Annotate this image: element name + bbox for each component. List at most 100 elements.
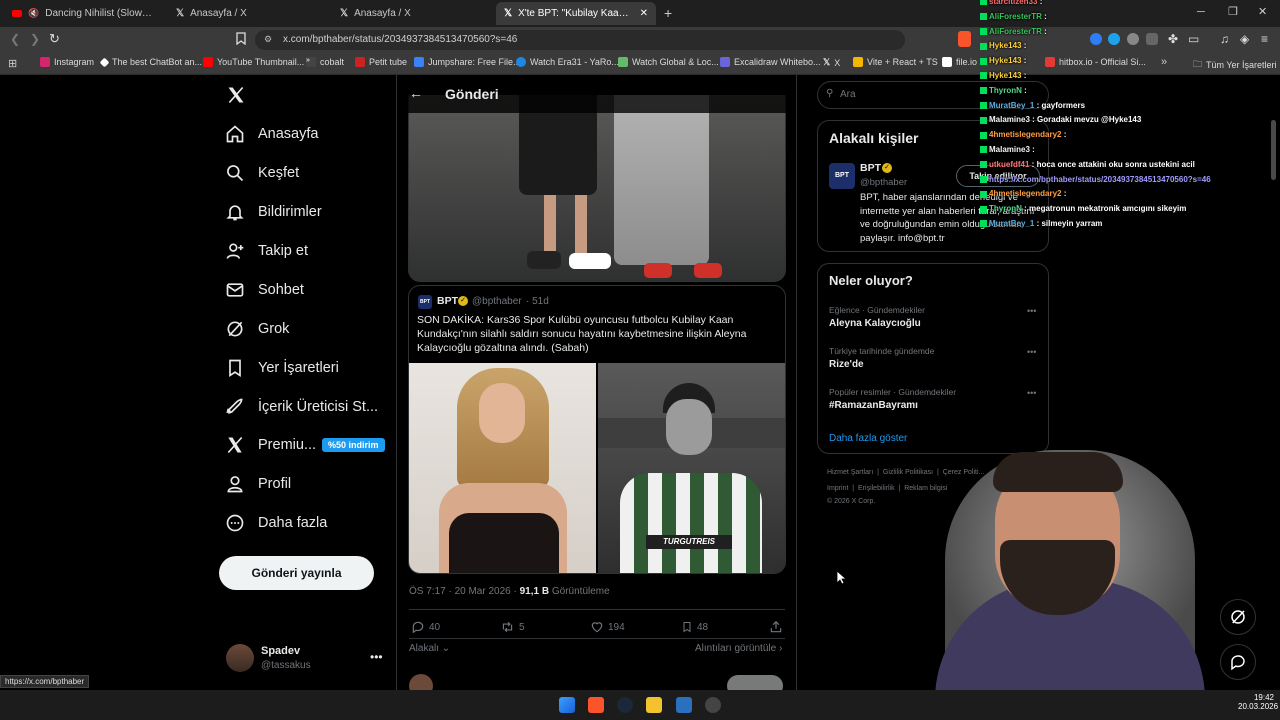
user-avatar[interactable] bbox=[226, 644, 254, 672]
nav-more[interactable]: Daha fazla bbox=[225, 513, 327, 533]
maximize-icon[interactable]: ❐ bbox=[1228, 5, 1238, 18]
trend-more-icon[interactable]: ••• bbox=[1027, 388, 1036, 398]
bookmark-item[interactable]: 𝕏X bbox=[823, 57, 840, 68]
site-settings-icon[interactable]: ⚙ bbox=[264, 34, 272, 45]
tab-home-1[interactable]: 𝕏 Anasayfa / X bbox=[168, 2, 328, 25]
bookmark-item[interactable]: Watch Global & Loc... bbox=[618, 57, 719, 67]
bookmark-item[interactable]: » cobalt bbox=[306, 57, 344, 67]
windows-start-icon[interactable] bbox=[559, 697, 575, 713]
footer-link[interactable]: Hizmet Şartları bbox=[827, 469, 873, 476]
close-tab-icon[interactable]: ✕ bbox=[640, 8, 648, 19]
more-bookmarks-icon[interactable]: » bbox=[1161, 56, 1167, 68]
reply-button[interactable]: 40 bbox=[411, 620, 440, 634]
account-menu-icon[interactable]: ••• bbox=[370, 650, 383, 664]
trend-more-icon[interactable]: ••• bbox=[1027, 347, 1036, 357]
minimize-icon[interactable]: ─ bbox=[1197, 6, 1205, 18]
folder-icon[interactable] bbox=[646, 697, 662, 713]
bookmark-item[interactable]: Instagram bbox=[40, 57, 94, 67]
bookmark-item[interactable]: hitbox.io - Official Si... bbox=[1045, 57, 1146, 67]
music-icon[interactable]: ♫ bbox=[1220, 32, 1229, 46]
puzzle-icon[interactable]: ✤ bbox=[1168, 32, 1178, 46]
reload-icon[interactable]: ↻ bbox=[49, 31, 60, 47]
tab-home-2[interactable]: 𝕏 Anasayfa / X bbox=[332, 2, 492, 25]
nav-premium[interactable]: Premiu... bbox=[225, 435, 316, 455]
bookmark-page-icon[interactable] bbox=[236, 32, 246, 45]
obs-icon[interactable] bbox=[705, 697, 721, 713]
back-arrow-icon[interactable]: ← bbox=[409, 85, 423, 101]
nav-explore[interactable]: Keşfet bbox=[225, 163, 299, 183]
x-logo-icon[interactable] bbox=[226, 85, 246, 105]
bookmark-button[interactable]: 48 bbox=[681, 620, 708, 634]
all-bookmarks-folder[interactable]: 🗀 Tüm Yer İşaretleri bbox=[1193, 57, 1277, 73]
tab-title: Anasayfa / X bbox=[354, 8, 411, 19]
repost-button[interactable]: 5 bbox=[500, 620, 525, 634]
nav-chat[interactable]: Sohbet bbox=[225, 280, 304, 300]
bookmark-item[interactable]: Jumpshare: Free File... bbox=[414, 57, 521, 67]
quoted-image-right[interactable]: TURGUTREIS bbox=[598, 363, 785, 573]
footer-link[interactable]: Erişilebilirlik bbox=[858, 485, 895, 492]
clock[interactable]: 19:42 20.03.2026 bbox=[1238, 693, 1278, 711]
app-icon[interactable] bbox=[676, 697, 692, 713]
trend-item[interactable]: Popüler resimler · Gündemdekiler #Ramaza… bbox=[829, 387, 1041, 411]
menu-icon[interactable]: ≡ bbox=[1261, 32, 1268, 46]
extension-icon[interactable] bbox=[1108, 33, 1120, 45]
grok-fab[interactable] bbox=[1220, 599, 1256, 635]
apps-icon[interactable]: ⊞ bbox=[8, 57, 17, 70]
brave-shield-icon[interactable] bbox=[958, 31, 971, 47]
chat-badge-icon bbox=[980, 57, 987, 65]
nav-home[interactable]: Anasayfa bbox=[225, 124, 318, 144]
bookmark-item[interactable]: The best ChatBot an... bbox=[99, 57, 202, 67]
post-button[interactable]: Gönderi yayınla bbox=[219, 556, 374, 590]
like-button[interactable]: 194 bbox=[590, 620, 625, 634]
nav-label: Premiu... bbox=[258, 437, 317, 453]
related-people-box: Alakalı kişiler BPT BPT ✓ @bpthaber Taki… bbox=[817, 120, 1049, 252]
chat-message: AliForesterTR : bbox=[980, 12, 1047, 21]
tab-active-post[interactable]: 𝕏 X'te BPT: "Kubilay Kaan Kundakç ✕ bbox=[496, 2, 656, 25]
nav-grok[interactable]: Grok bbox=[225, 319, 289, 339]
steam-icon[interactable] bbox=[617, 697, 633, 713]
quoted-post-card[interactable]: BPT BPT ✓ @bpthaber · 51d SON DAKİKA: Ka… bbox=[408, 285, 786, 574]
quoted-image-left[interactable] bbox=[409, 363, 596, 573]
bookmark-item[interactable]: Excalidraw Whitebo... bbox=[720, 57, 821, 67]
bookmark-item[interactable]: Watch Era31 - YaRo... bbox=[516, 57, 619, 67]
tab-title: Dancing Nihilist (Slowed Welly W bbox=[45, 8, 156, 19]
bpt-avatar-icon[interactable]: BPT bbox=[829, 163, 855, 189]
nav-bookmarks[interactable]: Yer İşaretleri bbox=[225, 358, 339, 378]
tab-youtube[interactable]: 🔇 Dancing Nihilist (Slowed Welly W bbox=[4, 2, 164, 25]
bookmark-item[interactable]: Petit tube bbox=[355, 57, 407, 67]
back-icon[interactable]: ❮ bbox=[10, 32, 20, 46]
page-scrollbar[interactable] bbox=[1271, 120, 1276, 180]
nav-creator-studio[interactable]: İçerik Üreticisi St... bbox=[225, 397, 378, 417]
mute-icon[interactable]: 🔇 bbox=[28, 8, 39, 19]
bookmark-item[interactable]: Vite + React + TS bbox=[853, 57, 938, 67]
sidebar-icon[interactable]: ▭ bbox=[1188, 32, 1199, 46]
nav-profile[interactable]: Profil bbox=[225, 474, 291, 494]
trend-item[interactable]: Eğlence · Gündemdekiler Aleyna Kalaycıoğ… bbox=[829, 305, 1041, 329]
bookmark-item[interactable]: file.io bbox=[942, 57, 977, 67]
footer-link[interactable]: Imprint bbox=[827, 485, 848, 492]
view-quotes-link[interactable]: Alıntıları görüntüle › bbox=[695, 643, 782, 654]
nav-notifications[interactable]: Bildirimler bbox=[225, 202, 322, 222]
brave-icon[interactable] bbox=[588, 697, 604, 713]
url-input[interactable]: ⚙ x.com/bpthaber/status/2034937384513470… bbox=[255, 30, 905, 50]
wallet-icon[interactable]: ◈ bbox=[1240, 32, 1249, 46]
chat-message: ThyronN : megatronun mekatronik amcıgını… bbox=[980, 204, 1186, 213]
nav-label: Yer İşaretleri bbox=[258, 360, 339, 376]
new-tab-icon[interactable]: + bbox=[664, 5, 672, 21]
messages-fab[interactable] bbox=[1220, 644, 1256, 680]
post-photo[interactable] bbox=[408, 95, 786, 282]
trend-more-icon[interactable]: ••• bbox=[1027, 306, 1036, 316]
forward-icon[interactable]: ❯ bbox=[30, 32, 40, 46]
extension-icon[interactable] bbox=[1090, 33, 1102, 45]
extension-icon[interactable] bbox=[1146, 33, 1158, 45]
extension-icon[interactable] bbox=[1127, 33, 1139, 45]
chat-badge-icon bbox=[980, 0, 987, 6]
show-more-link[interactable]: Daha fazla göster bbox=[829, 433, 907, 444]
close-window-icon[interactable]: ✕ bbox=[1258, 5, 1267, 18]
related-dropdown[interactable]: Alakalı ⌄ bbox=[409, 643, 450, 654]
bookmark-item[interactable]: YouTube Thumbnail... bbox=[203, 57, 304, 67]
share-button[interactable] bbox=[769, 620, 783, 634]
person-name[interactable]: BPT bbox=[860, 162, 881, 174]
nav-follow[interactable]: Takip et bbox=[225, 241, 308, 261]
trend-item[interactable]: Türkiye tarihinde gündemde Rize'de bbox=[829, 346, 1041, 370]
